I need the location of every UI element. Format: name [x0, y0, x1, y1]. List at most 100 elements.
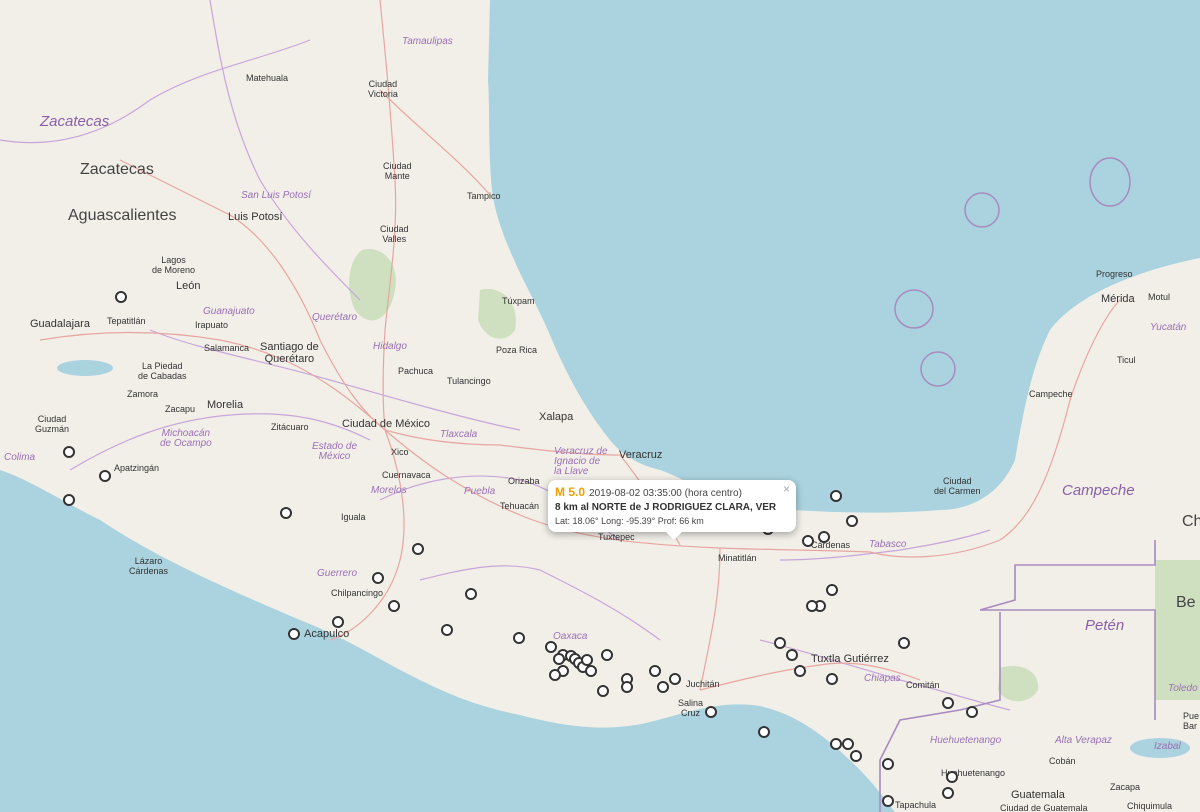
label-tulancingo: Tulancingo [447, 376, 491, 386]
label-ticul: Ticul [1117, 355, 1136, 365]
label-apatzingan: Apatzingán [114, 463, 160, 473]
earthquake-marker[interactable] [845, 514, 858, 527]
earthquake-marker[interactable] [825, 673, 838, 685]
label-lazaro-cardenas: Lázaro Cárdenas [129, 556, 169, 576]
label-toledo: Toledo [1168, 683, 1198, 694]
label-progreso: Progreso [1096, 269, 1133, 279]
label-tabasco: Tabasco [869, 539, 907, 550]
label-morelia: Morelia [207, 399, 244, 411]
label-tamaulipas: Tamaulipas [402, 36, 453, 47]
label-comitan: Comitán [906, 680, 940, 690]
label-morelos: Morelos [371, 485, 407, 496]
label-zacapa: Zacapa [1110, 782, 1141, 792]
earthquake-marker[interactable] [829, 490, 842, 503]
label-tuxpam: Túxpam [502, 296, 535, 306]
earthquake-marker[interactable] [817, 530, 830, 543]
label-ciudad-guatemala: Ciudad de Guatemala [1000, 803, 1088, 812]
label-queretaro-state: Querétaro [312, 312, 358, 323]
label-ciudad-valles: Ciudad Valles [380, 224, 409, 244]
earthquake-marker[interactable] [841, 738, 854, 750]
label-lagos-de-moreno: Lagos de Moreno [152, 255, 196, 275]
label-guanajuato: Guanajuato [203, 306, 255, 317]
label-salamanca: Salamanca [204, 343, 250, 353]
label-izabal: Izabal [1154, 741, 1181, 752]
label-michoacan: Michoacán de Ocampo [160, 428, 212, 449]
label-zacatecas-city: Zacatecas [80, 161, 154, 178]
label-orizaba: Orizaba [508, 476, 540, 486]
earthquake-marker[interactable] [464, 587, 477, 600]
label-juchitan: Juchitán [686, 679, 720, 689]
map-canvas[interactable]: Tamaulipas Matehuala Ciudad Victoria Zac… [0, 0, 1200, 812]
earthquake-marker[interactable] [946, 770, 959, 783]
earthquake-marker[interactable] [757, 725, 770, 738]
label-salina-cruz: Salina Cruz [678, 698, 704, 718]
label-veracruz-state: Veracruz de Ignacio de la Llave [554, 446, 608, 477]
earthquake-marker[interactable] [601, 648, 613, 661]
label-merida: Mérida [1101, 293, 1135, 305]
label-la-piedad: La Piedad de Cabadas [138, 361, 187, 381]
earthquake-marker[interactable] [898, 636, 910, 649]
label-coban: Cobán [1049, 756, 1076, 766]
label-xalapa: Xalapa [539, 411, 574, 423]
label-puebla: Puebla [464, 486, 496, 497]
earthquake-marker[interactable] [785, 648, 798, 661]
earthquake-marker[interactable] [773, 636, 786, 649]
label-campeche-state: Campeche [1062, 482, 1135, 499]
label-tuxtepec: Tuxtepec [598, 532, 635, 542]
label-guatemala: Guatemala [1011, 789, 1065, 801]
label-ciudad-de-mexico: Ciudad de México [342, 418, 431, 430]
label-aguascalientes: Aguascalientes [68, 207, 177, 224]
earthquake-marker[interactable] [849, 750, 862, 763]
earthquake-marker[interactable] [372, 571, 385, 584]
label-ch: Ch [1182, 513, 1200, 530]
label-acapulco: Acapulco [304, 628, 350, 640]
label-tapachula: Tapachula [895, 800, 937, 810]
earthquake-marker[interactable] [552, 652, 565, 665]
label-ciudad-del-carmen: Ciudad del Carmen [934, 476, 981, 496]
label-irapuato: Irapuato [195, 320, 229, 330]
label-poza-rica: Poza Rica [496, 345, 538, 355]
label-campeche-city: Campeche [1029, 389, 1073, 399]
label-guerrero: Guerrero [317, 568, 358, 579]
label-cuernavaca: Cuernavaca [382, 470, 431, 480]
earthquake-marker[interactable] [63, 445, 76, 458]
label-peten: Petén [1085, 617, 1125, 634]
earthquake-marker[interactable] [942, 786, 955, 799]
earthquake-marker[interactable] [705, 705, 718, 718]
earthquake-marker[interactable] [440, 624, 453, 637]
earthquake-marker[interactable] [544, 640, 557, 653]
label-tehuacan: Tehuacán [500, 501, 540, 511]
label-colima: Colima [4, 452, 36, 463]
label-yucatan: Yucatán [1150, 322, 1187, 333]
earthquake-marker[interactable] [882, 794, 894, 807]
label-santiago-de-queretaro: Santiago de Querétaro [260, 341, 319, 365]
label-xico: Xico [391, 447, 409, 457]
label-ciudad-mante: Ciudad Mante [383, 161, 412, 181]
label-iguala: Iguala [341, 512, 366, 522]
label-motul: Motul [1148, 292, 1171, 302]
label-estado-de-mexico: Estado de México [312, 441, 358, 462]
earthquake-marker[interactable] [793, 664, 806, 677]
earthquake-popup: × M 5.0 2019-08-02 03:35:00 (hora centro)… [548, 480, 796, 540]
label-belize: Be [1176, 594, 1196, 611]
label-chilpancingo: Chilpancingo [331, 588, 384, 598]
earthquake-marker[interactable] [801, 535, 814, 547]
label-huehuetenango-state: Huehuetenango [930, 735, 1002, 746]
popup-location: 8 km al NORTE de J RODRIGUEZ CLARA, VER [555, 502, 777, 513]
earthquake-marker[interactable] [805, 599, 818, 612]
earthquake-marker[interactable] [279, 506, 292, 519]
label-matehuala: Matehuala [246, 73, 289, 83]
label-ciudad-guzman: Ciudad Guzmán [35, 414, 70, 434]
earthquake-marker[interactable] [512, 632, 525, 645]
earthquake-marker[interactable] [829, 738, 842, 750]
earthquake-marker[interactable] [585, 664, 597, 677]
earthquake-marker[interactable] [966, 705, 979, 718]
label-chiquimula: Chiquimula [1127, 801, 1173, 811]
earthquake-marker[interactable] [649, 664, 662, 677]
earthquake-marker[interactable] [825, 583, 838, 596]
popup-close-button[interactable]: × [783, 482, 790, 496]
popup-header: M 5.0 2019-08-02 03:35:00 (hora centro) [555, 485, 742, 499]
label-san-luis-potosi-state: San Luis Potosí [241, 190, 312, 201]
popup-datetime: 2019-08-02 03:35:00 (hora centro) [589, 488, 742, 499]
earthquake-marker[interactable] [548, 669, 561, 681]
